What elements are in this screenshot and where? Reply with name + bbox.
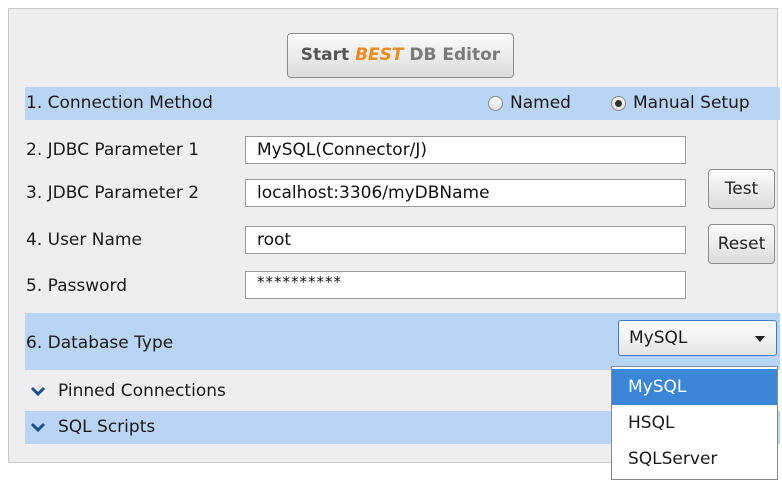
jdbc-parameter-2-input[interactable]: localhost:3306/myDBName xyxy=(245,179,686,207)
radio-selected-dot xyxy=(615,100,622,107)
chevron-down-icon[interactable] xyxy=(30,385,46,397)
jdbc-parameter-1-input[interactable]: MySQL(Connector/J) xyxy=(245,136,686,164)
user-name-label: 4. User Name xyxy=(26,230,142,250)
radio-named-label[interactable]: Named xyxy=(510,92,571,114)
test-button[interactable]: Test xyxy=(708,169,775,209)
connection-method-label: 1. Connection Method xyxy=(26,93,213,113)
radio-manual-setup-label[interactable]: Manual Setup xyxy=(633,92,750,114)
db-editor-label: DB Editor xyxy=(403,45,501,65)
jdbc-parameter-1-label: 2. JDBC Parameter 1 xyxy=(26,140,200,160)
start-best-db-editor-button[interactable]: Start BEST DB Editor xyxy=(287,33,514,78)
reset-button[interactable]: Reset xyxy=(708,224,775,264)
dropdown-option-sqlserver[interactable]: SQLServer xyxy=(612,441,777,477)
dropdown-option-hsql[interactable]: HSQL xyxy=(612,405,777,441)
database-type-select[interactable]: MySQL xyxy=(618,320,777,356)
sql-scripts-section[interactable]: SQL Scripts xyxy=(58,416,155,438)
chevron-down-icon[interactable] xyxy=(30,421,46,433)
best-brand-label: BEST xyxy=(355,45,404,65)
pinned-connections-section[interactable]: Pinned Connections xyxy=(58,380,226,402)
password-label: 5. Password xyxy=(26,276,128,296)
jdbc-parameter-2-label: 3. JDBC Parameter 2 xyxy=(26,183,200,203)
start-label: Start xyxy=(300,45,356,65)
radio-manual-setup[interactable] xyxy=(611,96,626,111)
database-type-label: 6. Database Type xyxy=(26,333,174,353)
dropdown-option-mysql[interactable]: MySQL xyxy=(612,369,777,405)
database-type-selected-value: MySQL xyxy=(629,328,688,348)
dropdown-arrow-icon xyxy=(755,336,765,342)
database-type-dropdown-list: MySQL HSQL SQLServer xyxy=(611,366,778,480)
user-name-input[interactable]: root xyxy=(245,226,686,254)
password-input[interactable]: ********** xyxy=(245,271,686,299)
radio-named[interactable] xyxy=(488,96,503,111)
